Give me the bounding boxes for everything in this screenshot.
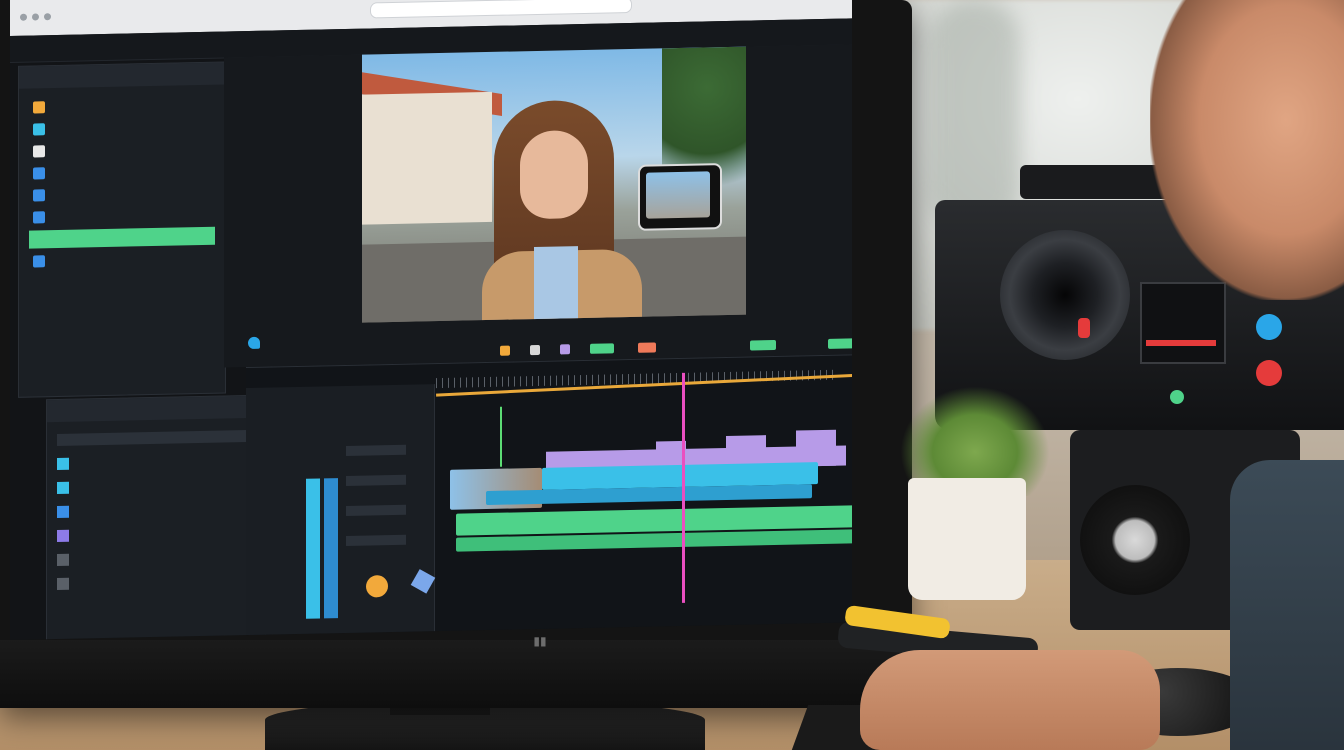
editor-screen: [10, 0, 852, 641]
media-item-icon: [33, 145, 45, 158]
track-control[interactable]: [346, 504, 406, 516]
control-chip[interactable]: [500, 345, 510, 356]
monitor: ▮▮: [0, 0, 912, 708]
app-logo-icon: [248, 336, 260, 350]
window-dot-icon[interactable]: [44, 13, 51, 21]
media-item[interactable]: [29, 183, 215, 205]
background-plant: [930, 0, 1020, 230]
camera-record-light: [1078, 318, 1090, 338]
control-chip[interactable]: [560, 344, 570, 355]
preview-phone: [638, 163, 722, 231]
effects-row[interactable]: [57, 430, 247, 447]
playhead-icon[interactable]: [682, 372, 685, 603]
effects-item-icon[interactable]: [57, 505, 69, 519]
control-chip[interactable]: [530, 344, 540, 356]
track-control[interactable]: [346, 444, 406, 456]
audio-meter: [324, 478, 338, 619]
camera-lens-icon: [1000, 230, 1130, 360]
effects-item-icon[interactable]: [57, 481, 69, 495]
monitor-chin: [0, 640, 912, 708]
media-item[interactable]: [29, 117, 215, 139]
media-item-icon: [33, 233, 45, 246]
editor-hand: [860, 650, 1160, 750]
camera-red-button: [1256, 360, 1282, 386]
window-dot-icon[interactable]: [32, 13, 39, 21]
media-item[interactable]: [29, 95, 215, 117]
track-control[interactable]: [346, 534, 406, 546]
media-item[interactable]: [29, 226, 215, 249]
editor-person-head: [1150, 0, 1344, 300]
media-panel: [18, 61, 226, 398]
media-item-icon: [33, 167, 45, 180]
camera-green-button: [1170, 390, 1184, 404]
media-item-icon: [33, 189, 45, 202]
effects-panel-title: [47, 395, 265, 423]
address-bar[interactable]: [370, 0, 632, 19]
preview-person-face: [520, 129, 588, 220]
camera-screen-indicator: [1146, 340, 1216, 346]
preview-phone-screen: [646, 171, 710, 219]
tripod-wheel-icon: [1080, 485, 1190, 595]
track-control[interactable]: [346, 474, 406, 486]
timeline-panel: [246, 354, 852, 637]
camera-blue-button: [1256, 314, 1282, 340]
control-chip[interactable]: [638, 342, 656, 353]
preview-person-shirt: [534, 246, 578, 323]
media-item-icon: [33, 211, 45, 224]
track-header-panel: [246, 384, 436, 637]
media-item[interactable]: [29, 139, 215, 161]
preview-building: [362, 91, 492, 225]
media-item[interactable]: [29, 205, 215, 227]
effects-panel: [46, 394, 266, 641]
volume-knob-icon[interactable]: [366, 575, 388, 598]
editor-person-shoulder: [1230, 460, 1344, 750]
audio-meter: [306, 478, 320, 619]
window-dot-icon[interactable]: [20, 13, 27, 21]
monitor-logo: ▮▮: [533, 634, 547, 648]
effects-item-icon[interactable]: [57, 553, 69, 567]
in-point-marker[interactable]: [500, 406, 502, 467]
effects-item-icon[interactable]: [57, 529, 69, 543]
effect-shape-icon[interactable]: [410, 569, 436, 594]
control-chip[interactable]: [750, 339, 776, 351]
media-item-icon: [33, 123, 45, 136]
control-chip[interactable]: [590, 343, 614, 354]
media-item[interactable]: [29, 249, 215, 271]
media-item-icon: [33, 255, 45, 268]
effects-item-icon[interactable]: [57, 457, 69, 471]
media-item[interactable]: [29, 161, 215, 183]
media-panel-title: [19, 62, 225, 89]
waveform-peak: [796, 429, 836, 467]
plant-pot: [908, 478, 1026, 600]
effects-item-icon[interactable]: [57, 577, 69, 591]
control-chip[interactable]: [828, 338, 852, 349]
media-item-icon: [33, 101, 45, 114]
video-preview[interactable]: [362, 46, 746, 323]
preview-area: [224, 44, 852, 368]
